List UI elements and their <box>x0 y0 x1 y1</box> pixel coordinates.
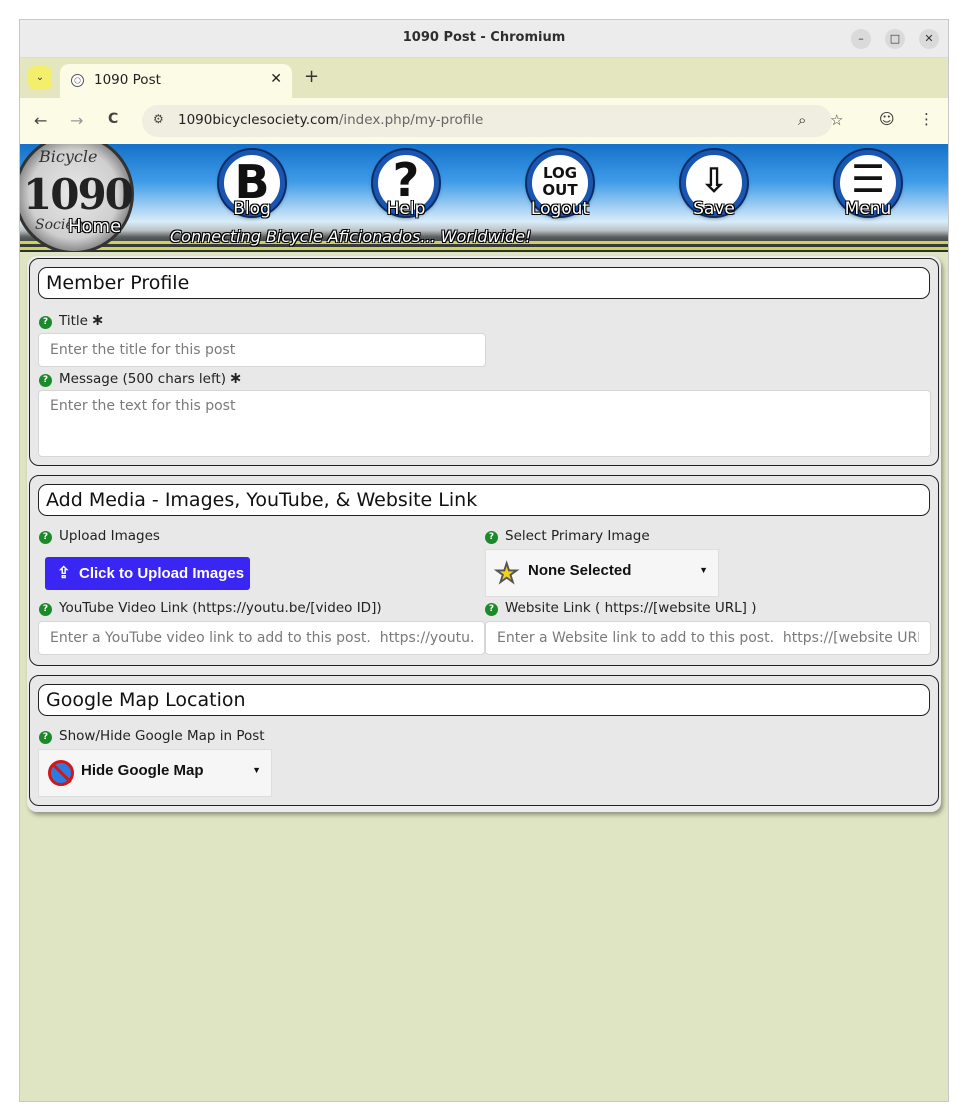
browser-menu-icon[interactable]: ⋮ <box>919 110 934 128</box>
site-favicon-icon <box>71 74 84 87</box>
new-tab-icon[interactable]: + <box>304 66 319 87</box>
upload-images-button[interactable]: ⇪ Click to Upload Images <box>45 557 250 590</box>
upload-images-label: ? Upload Images <box>39 528 160 544</box>
hamburger-menu-icon: ☰ <box>850 157 886 201</box>
member-profile-header: Member Profile <box>38 267 930 299</box>
tab-strip: ⌄ 1090 Post ✕ + <box>20 58 948 98</box>
help-icon[interactable]: ? <box>39 374 52 387</box>
primary-image-value: None Selected <box>528 562 632 579</box>
logo-number: 1090 <box>23 170 134 219</box>
title-input[interactable] <box>38 333 486 367</box>
browser-toolbar: ← → C ⚙ 1090bicyclesociety.com/index.php… <box>20 98 948 145</box>
upload-images-label-text: Upload Images <box>59 528 160 544</box>
hide-map-icon <box>48 760 74 786</box>
profile-form-container: Member Profile ?Title∗ ?Message (500 cha… <box>27 256 941 812</box>
primary-image-select[interactable]: ★ None Selected ▼ <box>485 549 719 597</box>
address-bar[interactable]: ⚙ 1090bicyclesociety.com/index.php/my-pr… <box>142 105 843 137</box>
website-link-label-text: Website Link ( https://[website URL] ) <box>505 600 757 616</box>
help-icon[interactable]: ? <box>485 531 498 544</box>
tab-1090-post[interactable]: 1090 Post ✕ <box>60 64 292 98</box>
maximize-button[interactable]: □ <box>885 29 905 49</box>
help-icon[interactable]: ? <box>39 531 52 544</box>
road-stripe <box>20 247 948 250</box>
message-label: ? Message (500 chars left) ∗ <box>39 368 242 387</box>
message-label-text: Message (500 chars left) <box>59 371 227 387</box>
youtube-link-label: ? YouTube Video Link (https://youtu.be/[v… <box>39 600 382 616</box>
help-icon[interactable]: ? <box>39 316 52 329</box>
menu-label: Menu <box>844 199 892 219</box>
minimize-button[interactable]: – <box>851 29 871 49</box>
title-label-text: Title <box>59 313 88 329</box>
panel-title: Add Media - Images, YouTube, & Website L… <box>46 489 478 511</box>
url-path: /index.php/my-profile <box>338 112 484 128</box>
save-button[interactable]: ⇩ Save <box>681 150 747 219</box>
forward-icon[interactable]: → <box>70 111 83 130</box>
logout-icon: LOG OUT <box>542 164 578 199</box>
reload-icon[interactable]: C <box>108 111 118 127</box>
google-map-panel: Google Map Location ? Show/Hide Google Ma… <box>29 675 939 806</box>
panel-title: Google Map Location <box>46 689 246 711</box>
primary-image-label: ? Select Primary Image <box>485 528 650 544</box>
title-label: ? Title ∗ <box>39 310 104 329</box>
url-host: 1090bicyclesociety.com <box>178 112 339 128</box>
youtube-link-label-text: YouTube Video Link (https://youtu.be/[vi… <box>59 600 382 616</box>
zoom-icon[interactable]: ⌕ <box>798 111 806 129</box>
map-toggle-label: ? Show/Hide Google Map in Post <box>39 728 265 744</box>
back-icon[interactable]: ← <box>34 111 47 130</box>
google-map-header: Google Map Location <box>38 684 930 716</box>
bookmark-star-icon[interactable]: ☆ <box>830 111 843 129</box>
save-download-icon: ⇩ <box>699 161 729 201</box>
youtube-link-input[interactable] <box>38 621 485 655</box>
logout-label: Logout <box>530 199 590 219</box>
required-asterisk: ∗ <box>229 368 243 387</box>
help-icon[interactable]: ? <box>39 731 52 744</box>
map-visibility-value: Hide Google Map <box>81 762 204 779</box>
map-visibility-select[interactable]: Hide Google Map ▼ <box>38 749 272 797</box>
chevron-down-icon: ▼ <box>252 765 261 775</box>
chevron-down-icon: ▼ <box>699 565 708 575</box>
tab-title: 1090 Post <box>94 72 161 88</box>
menu-button[interactable]: ☰ Menu <box>835 150 901 219</box>
add-media-panel: Add Media - Images, YouTube, & Website L… <box>29 475 939 666</box>
help-icon[interactable]: ? <box>39 603 52 616</box>
blog-label: Blog <box>233 199 271 219</box>
url-text: 1090bicyclesociety.com/index.php/my-prof… <box>178 112 483 128</box>
message-textarea[interactable] <box>38 390 931 457</box>
upload-button-label: Click to Upload Images <box>79 565 245 582</box>
required-asterisk: ∗ <box>90 310 105 329</box>
site-info-icon[interactable]: ⚙ <box>153 112 164 126</box>
website-link-input[interactable] <box>485 621 931 655</box>
page-viewport: Bicycle 1090 Society Home Connecting Bic… <box>20 144 948 1101</box>
browser-window: 1090 Post - Chromium – □ ✕ ⌄ 1090 Post ✕… <box>19 19 949 1102</box>
logo-top-text: Bicycle <box>39 147 98 166</box>
upload-icon: ⇪ <box>57 565 71 582</box>
map-toggle-label-text: Show/Hide Google Map in Post <box>59 728 265 744</box>
member-profile-panel: Member Profile ?Title∗ ?Message (500 cha… <box>29 258 939 466</box>
blog-button[interactable]: B Blog <box>219 150 285 219</box>
logout-button[interactable]: LOG OUT Logout <box>527 150 593 219</box>
help-button[interactable]: ? Help <box>373 150 439 219</box>
site-tagline: Connecting Bicycle Aficionados... Worldw… <box>170 227 532 246</box>
window-title: 1090 Post - Chromium <box>402 30 566 45</box>
help-icon[interactable]: ? <box>485 603 498 616</box>
panel-title: Member Profile <box>46 272 190 294</box>
title-bar: 1090 Post - Chromium – □ ✕ <box>20 20 948 58</box>
website-link-label: ? Website Link ( https://[website URL] ) <box>485 600 756 616</box>
star-icon: ★ <box>494 558 519 589</box>
close-window-button[interactable]: ✕ <box>919 29 939 49</box>
profile-icon[interactable]: ☺ <box>879 110 895 128</box>
tab-search-dropdown-icon[interactable]: ⌄ <box>28 66 52 90</box>
site-banner: Bicycle 1090 Society Home Connecting Bic… <box>20 144 948 252</box>
slash-mark <box>51 762 72 784</box>
help-label: Help <box>386 199 426 219</box>
home-link[interactable]: Home <box>68 216 121 237</box>
save-label: Save <box>693 199 735 219</box>
primary-image-label-text: Select Primary Image <box>505 528 650 544</box>
tab-close-icon[interactable]: ✕ <box>270 71 282 87</box>
add-media-header: Add Media - Images, YouTube, & Website L… <box>38 484 930 516</box>
